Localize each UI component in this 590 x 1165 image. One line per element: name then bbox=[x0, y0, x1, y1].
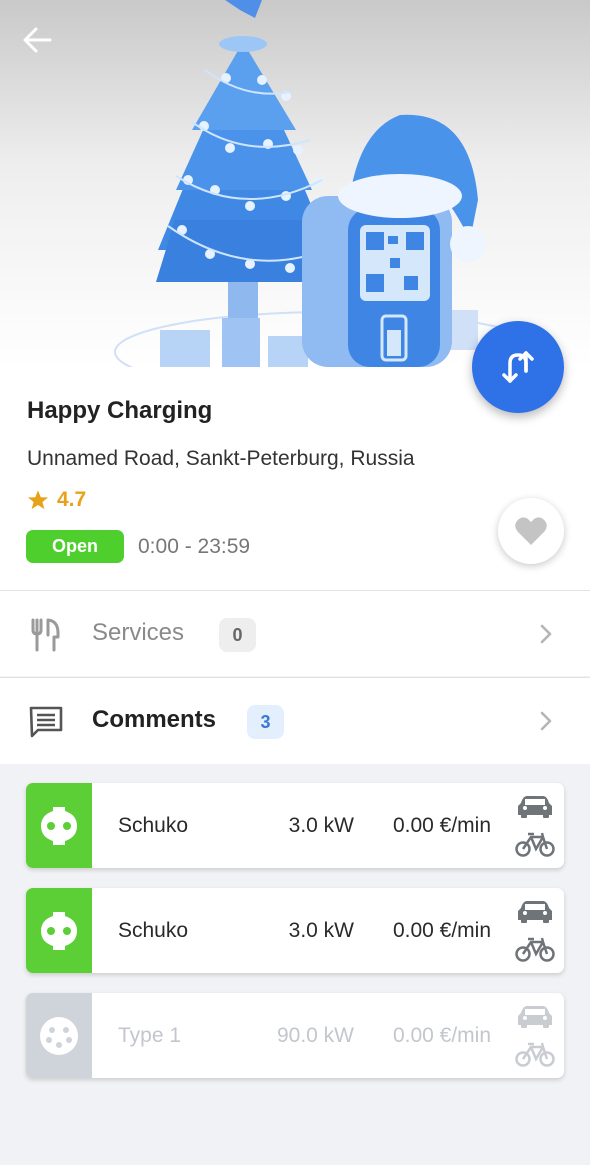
services-row[interactable]: Services 0 bbox=[0, 590, 590, 676]
favorite-button[interactable] bbox=[498, 498, 564, 564]
services-label: Services bbox=[92, 619, 185, 646]
connector-power: 90.0 kW bbox=[276, 1024, 354, 1047]
schuko-plug-icon bbox=[26, 783, 92, 868]
vehicle-icons bbox=[515, 796, 555, 857]
comments-row[interactable]: Comments 3 bbox=[0, 677, 590, 764]
arrow-left-icon bbox=[23, 27, 52, 53]
connector-name: Schuko bbox=[118, 814, 189, 837]
bicycle-icon bbox=[515, 832, 555, 857]
route-icon bbox=[502, 351, 534, 383]
type1-plug-icon bbox=[26, 993, 92, 1078]
connector-price: 0.00 €/min bbox=[392, 919, 491, 942]
comments-label: Comments bbox=[92, 706, 217, 733]
connector-card[interactable]: Type 1 90.0 kW 0.00 €/min bbox=[26, 993, 564, 1078]
services-count: 0 bbox=[219, 618, 256, 652]
heart-icon bbox=[515, 517, 547, 545]
station-photo bbox=[0, 0, 590, 367]
route-button[interactable] bbox=[472, 321, 564, 413]
connector-list: Schuko 3.0 kW 0.00 €/min Schuko 3.0 kW 0… bbox=[0, 764, 590, 1165]
status-badge: Open bbox=[26, 530, 124, 563]
comment-icon bbox=[26, 702, 66, 742]
christmas-charger-illustration bbox=[114, 0, 546, 367]
rating-value: 4.7 bbox=[57, 488, 87, 511]
connector-name: Type 1 bbox=[118, 1024, 182, 1047]
back-button[interactable] bbox=[22, 26, 70, 66]
comments-count: 3 bbox=[247, 705, 284, 739]
connector-card[interactable]: Schuko 3.0 kW 0.00 €/min bbox=[26, 888, 564, 973]
bicycle-icon bbox=[515, 937, 555, 962]
station-address: Unnamed Road, Sankt-Peterburg, Russia bbox=[27, 447, 415, 470]
schuko-plug-icon bbox=[26, 888, 92, 973]
station-name: Happy Charging bbox=[27, 397, 213, 424]
connector-price: 0.00 €/min bbox=[392, 1024, 491, 1047]
chevron-right-icon bbox=[540, 624, 552, 644]
vehicle-icons bbox=[515, 901, 555, 962]
utensils-icon bbox=[26, 615, 66, 655]
star-icon bbox=[27, 490, 49, 510]
connector-name: Schuko bbox=[118, 919, 189, 942]
connector-price: 0.00 €/min bbox=[392, 814, 491, 837]
chevron-right-icon bbox=[540, 711, 552, 731]
connector-power: 3.0 kW bbox=[288, 814, 354, 837]
opening-hours: 0:00 - 23:59 bbox=[138, 535, 251, 558]
vehicle-icons bbox=[515, 1006, 555, 1067]
connector-card[interactable]: Schuko 3.0 kW 0.00 €/min bbox=[26, 783, 564, 868]
station-rating: 4.7 bbox=[27, 488, 86, 512]
bicycle-icon bbox=[515, 1042, 555, 1067]
connector-power: 3.0 kW bbox=[288, 919, 354, 942]
